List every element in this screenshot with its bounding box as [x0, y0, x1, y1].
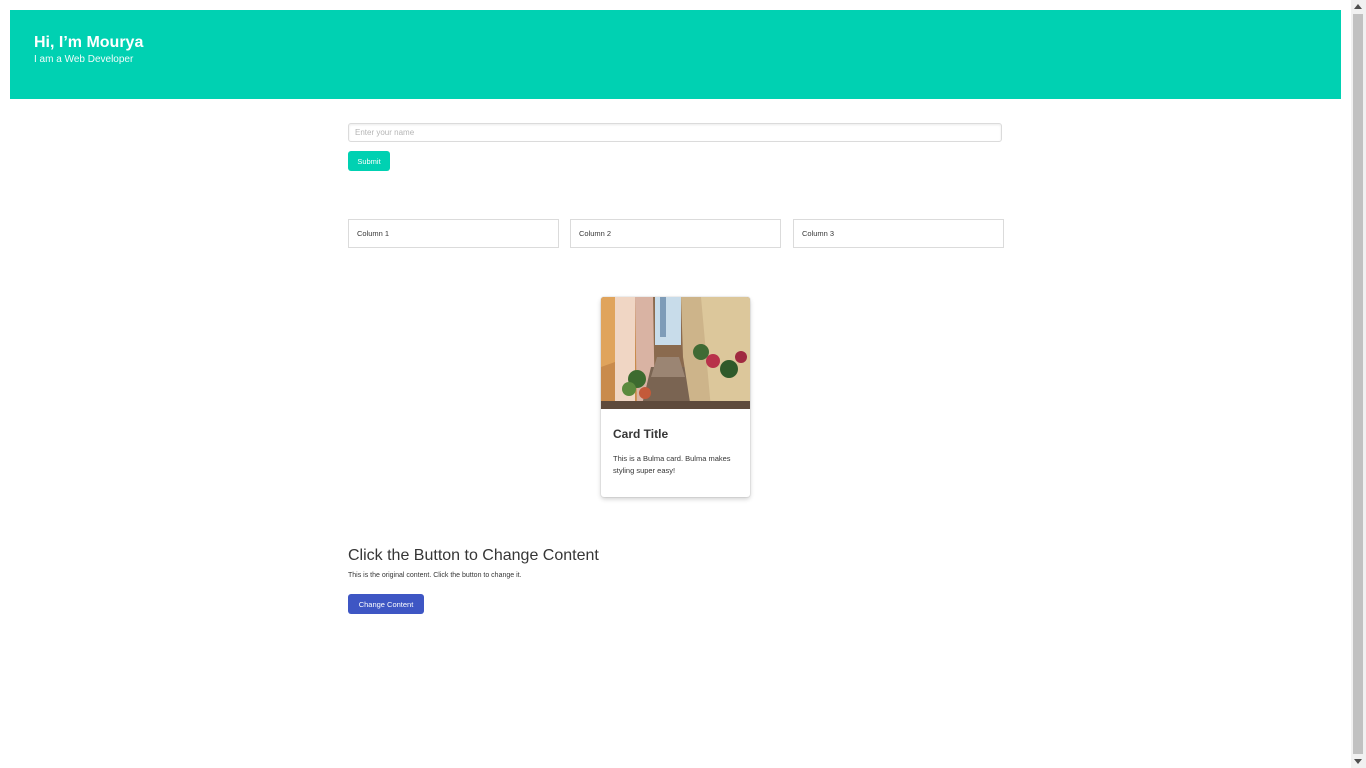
arrow-up-icon[interactable]	[1354, 4, 1362, 9]
card-text: This is a Bulma card. Bulma makes stylin…	[613, 454, 731, 475]
card-title: Card Title	[613, 427, 669, 441]
vertical-scrollbar[interactable]	[1351, 0, 1366, 768]
hero-banner: Hi, I’m Mourya I am a Web Developer	[10, 10, 1341, 99]
scrollbar-thumb[interactable]	[1353, 14, 1363, 754]
hero-title: Hi, I’m Mourya	[34, 34, 144, 51]
hero-subtitle: I am a Web Developer	[34, 54, 134, 65]
page: Hi, I’m Mourya I am a Web Developer Subm…	[0, 0, 1351, 768]
change-content-button[interactable]: Change Content	[348, 594, 424, 614]
card-image	[601, 297, 750, 409]
column-3: Column 3	[793, 219, 1004, 248]
column-1: Column 1	[348, 219, 559, 248]
arrow-down-icon[interactable]	[1354, 759, 1362, 764]
content-paragraph: This is the original content. Click the …	[348, 572, 522, 579]
column-2: Column 2	[570, 219, 781, 248]
card: Card Title This is a Bulma card. Bulma m…	[601, 297, 750, 497]
content-heading: Click the Button to Change Content	[348, 547, 599, 564]
submit-button[interactable]: Submit	[348, 151, 390, 171]
name-input[interactable]	[348, 123, 1002, 142]
